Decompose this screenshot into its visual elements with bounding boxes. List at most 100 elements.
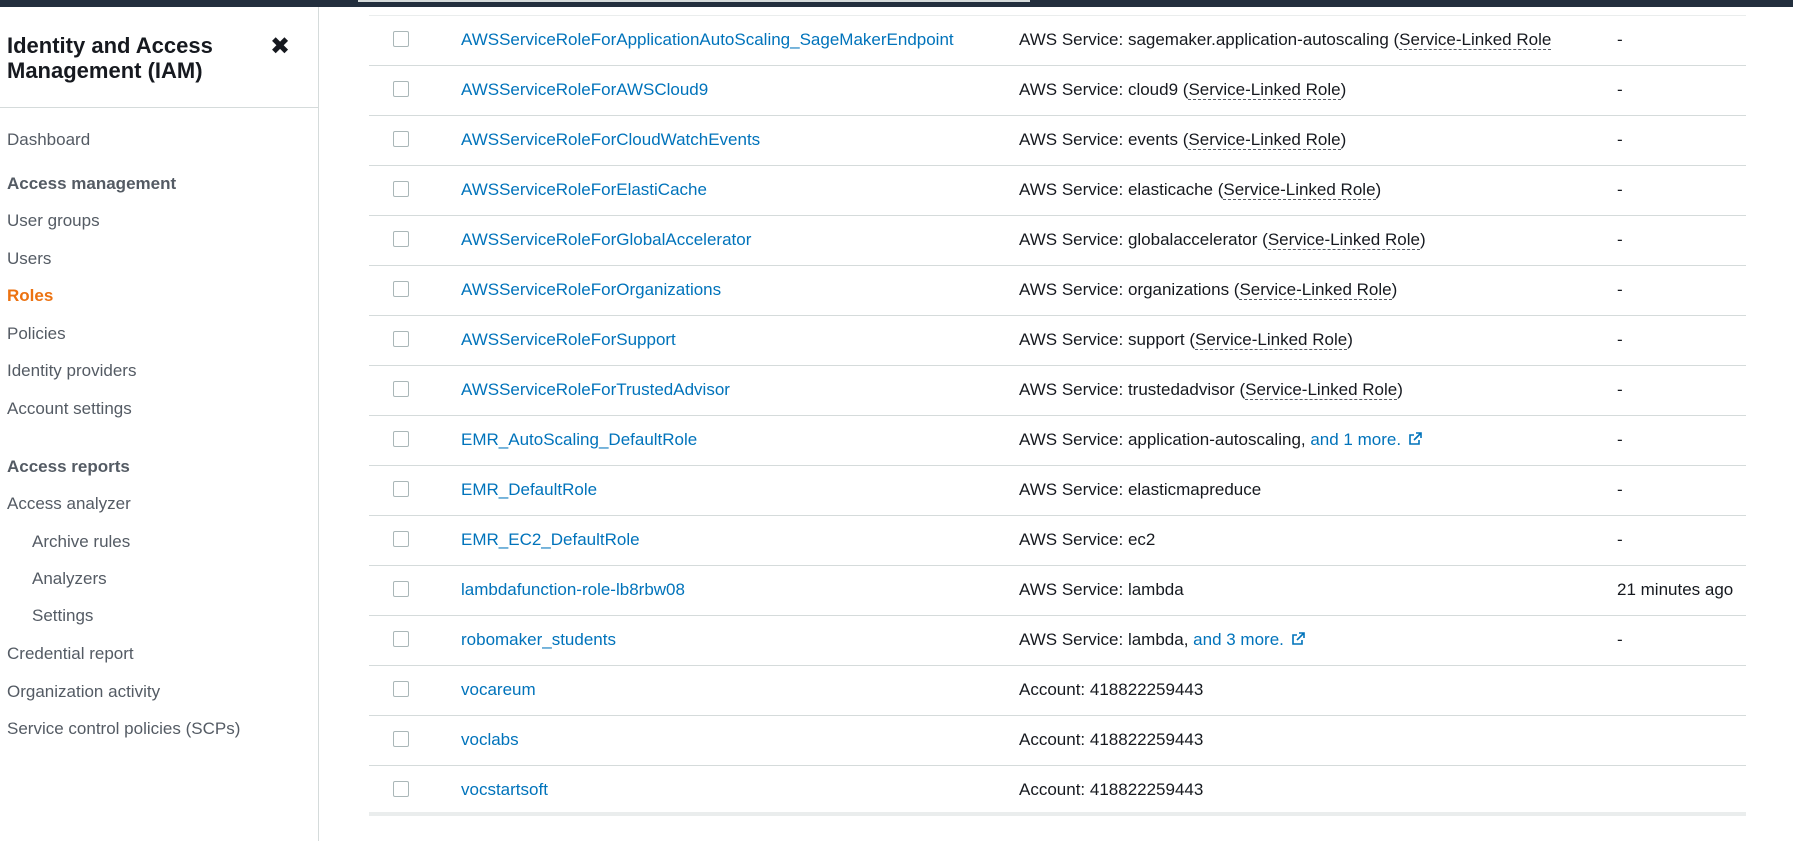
sidebar-item-analyzer-settings[interactable]: Settings xyxy=(32,606,93,626)
service-linked-role-tooltip-trigger[interactable]: Service-Linked Role xyxy=(1245,380,1398,400)
table-row[interactable]: AWSServiceRoleForSupport AWS Service: sup… xyxy=(369,316,1746,366)
trusted-entity-text: Account: 418822259443 xyxy=(1019,780,1204,799)
sidebar-item-roles[interactable]: Roles xyxy=(7,286,53,306)
role-name-link[interactable]: AWSServiceRoleForGlobalAccelerator xyxy=(461,230,751,250)
row-select-checkbox[interactable] xyxy=(393,131,409,147)
row-select-checkbox[interactable] xyxy=(393,481,409,497)
row-select-checkbox[interactable] xyxy=(393,31,409,47)
row-select-checkbox[interactable] xyxy=(393,731,409,747)
trusted-entities: AWS Service: lambda xyxy=(1019,580,1184,600)
table-row[interactable]: AWSServiceRoleForElastiCache AWS Service:… xyxy=(369,166,1746,216)
table-row[interactable]: AWSServiceRoleForTrustedAdvisor AWS Servi… xyxy=(369,366,1746,416)
trusted-entity-suffix: ) xyxy=(1419,230,1426,249)
table-row[interactable]: AWSServiceRoleForGlobalAccelerator AWS Se… xyxy=(369,216,1746,266)
role-name-link[interactable]: AWSServiceRoleForOrganizations xyxy=(461,280,721,300)
table-row[interactable]: vocareum Account: 418822259443 xyxy=(369,666,1746,716)
role-name-link[interactable]: AWSServiceRoleForSupport xyxy=(461,330,676,350)
last-activity: - xyxy=(1617,230,1623,249)
search-bar-edge[interactable] xyxy=(358,0,1030,2)
table-row[interactable]: AWSServiceRoleForCloudWatchEvents AWS Ser… xyxy=(369,116,1746,166)
roles-table: AWSServiceRoleForApplicationAutoScaling_… xyxy=(369,16,1746,816)
trusted-entity-suffix: ) xyxy=(1340,80,1347,99)
top-navigation-bar xyxy=(0,0,1793,7)
sidebar-item-user-groups[interactable]: User groups xyxy=(7,211,100,231)
role-name-link[interactable]: AWSServiceRoleForElastiCache xyxy=(461,180,707,200)
trusted-entity-text: AWS Service: application-autoscaling, xyxy=(1019,430,1311,449)
trusted-entities: AWS Service: cloud9 (Service-Linked Role… xyxy=(1019,80,1346,100)
trusted-entities: AWS Service: support (Service-Linked Rol… xyxy=(1019,330,1353,350)
trusted-entities: AWS Service: elasticache (Service-Linked… xyxy=(1019,180,1381,200)
table-row[interactable]: voclabs Account: 418822259443 xyxy=(369,716,1746,766)
role-name-link[interactable]: EMR_AutoScaling_DefaultRole xyxy=(461,430,697,450)
table-row[interactable]: EMR_AutoScaling_DefaultRole AWS Service: … xyxy=(369,416,1746,466)
service-linked-role-tooltip-trigger[interactable]: Service-Linked Role xyxy=(1188,80,1341,100)
row-select-checkbox[interactable] xyxy=(393,431,409,447)
table-row[interactable]: vocstartsoft Account: 418822259443 xyxy=(369,766,1746,816)
sidebar-item-service-control-policies[interactable]: Service control policies (SCPs) xyxy=(7,719,240,739)
sidebar-item-analyzers[interactable]: Analyzers xyxy=(32,569,107,589)
role-name-link[interactable]: lambdafunction-role-lb8rbw08 xyxy=(461,580,685,600)
service-linked-role-tooltip-trigger[interactable]: Service-Linked Role xyxy=(1267,230,1420,250)
table-row[interactable]: robomaker_students AWS Service: lambda, a… xyxy=(369,616,1746,666)
sidebar-item-organization-activity[interactable]: Organization activity xyxy=(7,682,160,702)
role-name-link[interactable]: robomaker_students xyxy=(461,630,616,650)
sidebar-item-users[interactable]: Users xyxy=(7,249,51,269)
more-entities-link[interactable]: and 3 more. xyxy=(1193,630,1284,649)
role-name-link[interactable]: AWSServiceRoleForAWSCloud9 xyxy=(461,80,708,100)
last-activity: - xyxy=(1617,30,1623,49)
sidebar-header: Identity and Access Management (IAM) ✖ xyxy=(0,7,318,108)
trusted-entities: AWS Service: globalaccelerator (Service-… xyxy=(1019,230,1426,250)
last-activity: 21 minutes ago xyxy=(1617,580,1734,599)
row-select-checkbox[interactable] xyxy=(393,531,409,547)
external-link-icon[interactable] xyxy=(1407,431,1423,452)
service-linked-role-tooltip-trigger[interactable]: Service-Linked Role xyxy=(1223,180,1376,200)
service-linked-role-tooltip-trigger[interactable]: Service-Linked Role xyxy=(1399,30,1552,50)
service-linked-role-tooltip-trigger[interactable]: Service-Linked Role xyxy=(1195,330,1348,350)
sidebar-item-credential-report[interactable]: Credential report xyxy=(7,644,134,664)
trusted-entities: AWS Service: trustedadvisor (Service-Lin… xyxy=(1019,380,1403,400)
row-select-checkbox[interactable] xyxy=(393,181,409,197)
role-name-link[interactable]: voclabs xyxy=(461,730,519,750)
sidebar-item-archive-rules[interactable]: Archive rules xyxy=(32,532,130,552)
role-name-link[interactable]: vocareum xyxy=(461,680,536,700)
service-linked-role-tooltip-trigger[interactable]: Service-Linked Role xyxy=(1188,130,1341,150)
trusted-entity-text: AWS Service: globalaccelerator ( xyxy=(1019,230,1268,249)
more-entities-link[interactable]: and 1 more. xyxy=(1310,430,1401,449)
row-select-checkbox[interactable] xyxy=(393,781,409,797)
row-select-checkbox[interactable] xyxy=(393,381,409,397)
table-row[interactable]: AWSServiceRoleForAWSCloud9 AWS Service: c… xyxy=(369,66,1746,116)
table-row[interactable]: EMR_EC2_DefaultRole AWS Service: ec2 - xyxy=(369,516,1746,566)
table-row[interactable]: AWSServiceRoleForOrganizations AWS Servic… xyxy=(369,266,1746,316)
trusted-entity-text: AWS Service: sagemaker.application-autos… xyxy=(1019,30,1400,49)
sidebar-item-dashboard[interactable]: Dashboard xyxy=(7,130,90,150)
last-activity: - xyxy=(1617,630,1623,649)
row-select-checkbox[interactable] xyxy=(393,81,409,97)
role-name-link[interactable]: vocstartsoft xyxy=(461,780,548,800)
row-select-checkbox[interactable] xyxy=(393,631,409,647)
last-activity: - xyxy=(1617,80,1623,99)
role-name-link[interactable]: AWSServiceRoleForCloudWatchEvents xyxy=(461,130,760,150)
row-select-checkbox[interactable] xyxy=(393,331,409,347)
trusted-entity-text: AWS Service: ec2 xyxy=(1019,530,1156,549)
role-name-link[interactable]: EMR_DefaultRole xyxy=(461,480,597,500)
row-select-checkbox[interactable] xyxy=(393,231,409,247)
service-linked-role-tooltip-trigger[interactable]: Service-Linked Role xyxy=(1239,280,1392,300)
role-name-link[interactable]: AWSServiceRoleForApplicationAutoScaling_… xyxy=(461,30,954,50)
trusted-entity-suffix: ) xyxy=(1391,280,1398,299)
trusted-entities: AWS Service: application-autoscaling, an… xyxy=(1019,430,1423,452)
role-name-link[interactable]: EMR_EC2_DefaultRole xyxy=(461,530,640,550)
table-row[interactable]: lambdafunction-role-lb8rbw08 AWS Service:… xyxy=(369,566,1746,616)
sidebar-item-policies[interactable]: Policies xyxy=(7,324,66,344)
sidebar-item-account-settings[interactable]: Account settings xyxy=(7,399,132,419)
role-name-link[interactable]: AWSServiceRoleForTrustedAdvisor xyxy=(461,380,730,400)
row-select-checkbox[interactable] xyxy=(393,681,409,697)
sidebar-item-identity-providers[interactable]: Identity providers xyxy=(7,361,136,381)
external-link-icon[interactable] xyxy=(1290,631,1306,652)
table-row[interactable]: EMR_DefaultRole AWS Service: elasticmapre… xyxy=(369,466,1746,516)
trusted-entities: AWS Service: organizations (Service-Link… xyxy=(1019,280,1397,300)
sidebar-item-access-analyzer[interactable]: Access analyzer xyxy=(7,494,131,514)
table-row[interactable]: AWSServiceRoleForApplicationAutoScaling_… xyxy=(369,16,1746,66)
row-select-checkbox[interactable] xyxy=(393,581,409,597)
close-icon[interactable]: ✖ xyxy=(266,33,294,61)
row-select-checkbox[interactable] xyxy=(393,281,409,297)
